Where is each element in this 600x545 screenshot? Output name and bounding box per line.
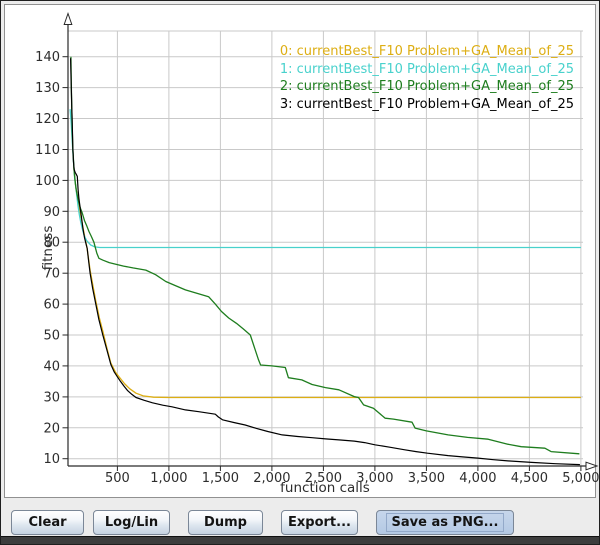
save-as-png-button[interactable]: Save as PNG... (376, 510, 514, 535)
svg-text:100: 100 (35, 174, 60, 189)
legend-item-3: 3: currentBest_F10 Problem+GA_Mean_of_25 (280, 96, 574, 114)
svg-text:50: 50 (43, 329, 60, 344)
legend: 0: currentBest_F10 Problem+GA_Mean_of_25… (280, 43, 574, 113)
svg-text:10: 10 (43, 452, 60, 467)
x-axis-arrow-icon (586, 462, 597, 470)
series-3-line (71, 58, 580, 464)
svg-text:4,500: 4,500 (511, 471, 548, 486)
legend-item-0: 0: currentBest_F10 Problem+GA_Mean_of_25 (280, 43, 574, 61)
chart-panel: 1020304050607080901001101201301405001,00… (4, 4, 596, 498)
svg-text:500: 500 (105, 471, 130, 486)
dump-button[interactable]: Dump (188, 510, 263, 535)
tick-labels: 1020304050607080901001101201301405001,00… (35, 50, 599, 486)
toolbar: Clear Log/Lin Dump Export... Save as PNG… (1, 499, 599, 539)
svg-text:5,000: 5,000 (562, 471, 599, 486)
clear-button[interactable]: Clear (11, 510, 84, 535)
series-2-line (71, 57, 580, 454)
svg-text:60: 60 (43, 298, 60, 313)
svg-text:120: 120 (35, 112, 60, 127)
window-bottom-edge (1, 536, 599, 544)
svg-text:4,000: 4,000 (459, 471, 496, 486)
svg-text:110: 110 (35, 143, 60, 158)
x-axis-title: function calls (225, 480, 425, 496)
y-axis-title: fitness (40, 213, 56, 283)
svg-text:40: 40 (43, 359, 60, 374)
series-0-line (74, 167, 581, 398)
svg-text:30: 30 (43, 390, 60, 405)
svg-text:140: 140 (35, 50, 60, 65)
series-1-line (70, 109, 581, 247)
y-axis-arrow-icon (64, 14, 72, 25)
legend-item-2: 2: currentBest_F10 Problem+GA_Mean_of_25 (280, 78, 574, 96)
svg-text:20: 20 (43, 421, 60, 436)
log-lin-button[interactable]: Log/Lin (93, 510, 170, 535)
export-button[interactable]: Export... (281, 510, 358, 535)
svg-text:1,000: 1,000 (150, 471, 187, 486)
plot-window: 1020304050607080901001101201301405001,00… (0, 0, 600, 545)
legend-item-1: 1: currentBest_F10 Problem+GA_Mean_of_25 (280, 61, 574, 79)
svg-text:130: 130 (35, 81, 60, 96)
